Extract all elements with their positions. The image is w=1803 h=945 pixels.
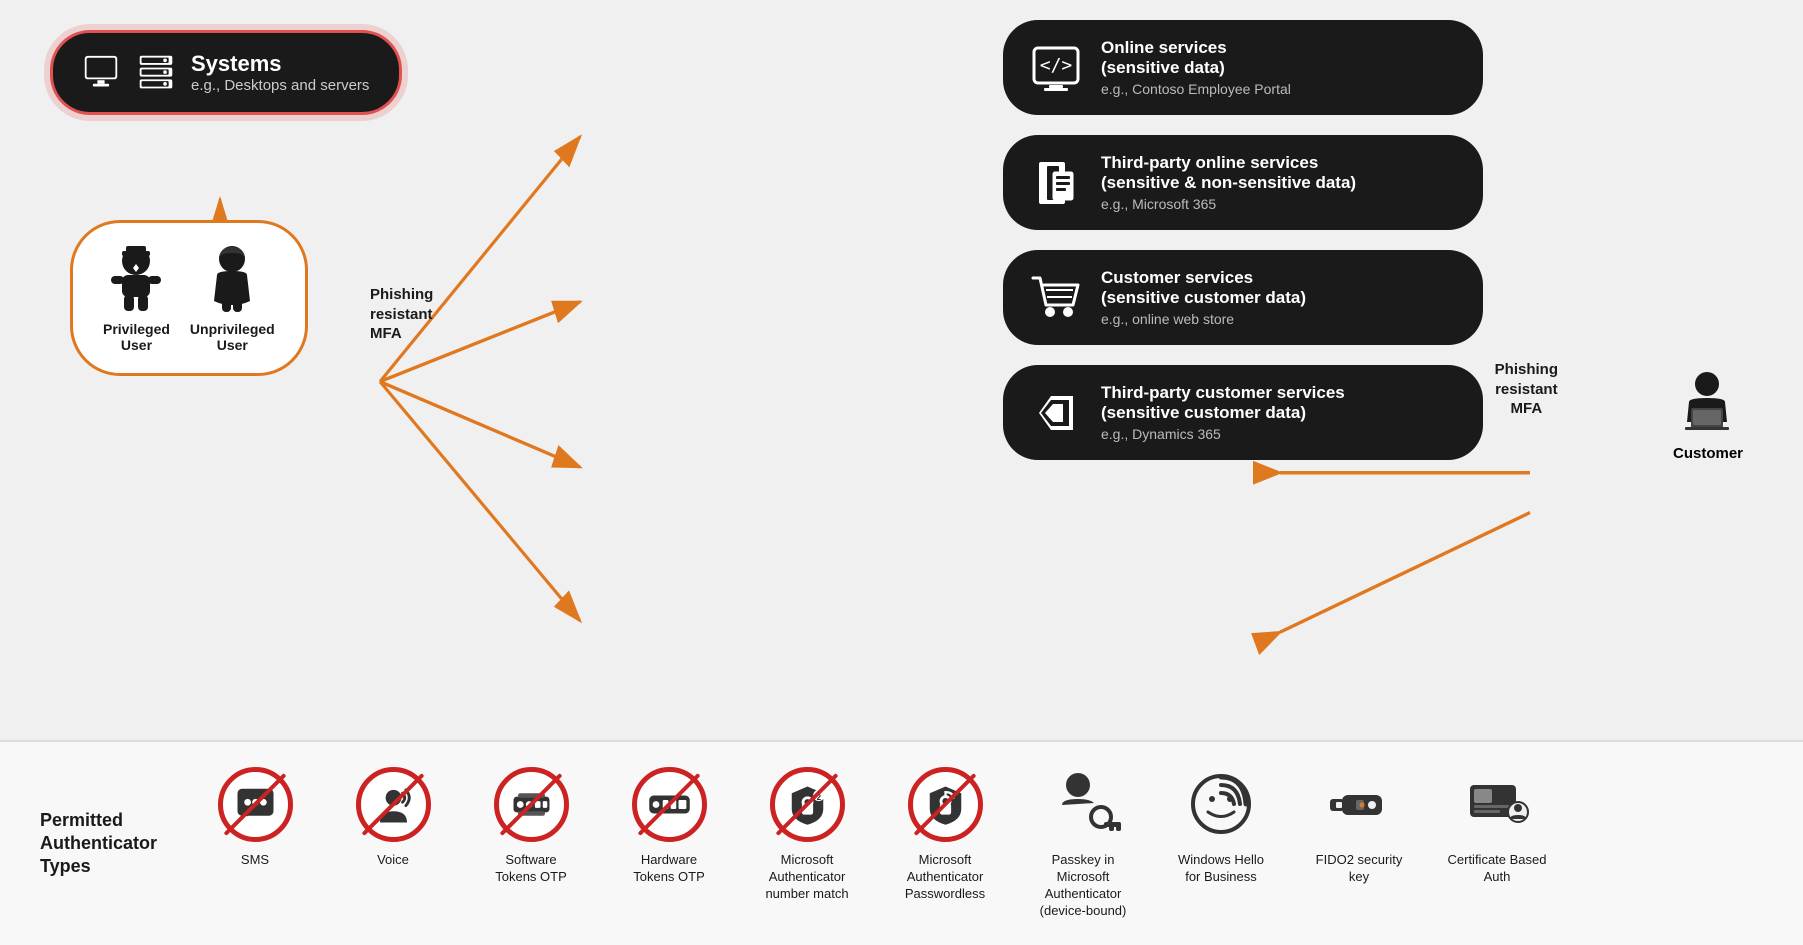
ms-number-icon-container: 2 [770,767,845,842]
customer-icon [1675,370,1740,440]
service-thirdparty-customer-title: Third-party customer services(sensitive … [1101,383,1345,423]
customer-box: Customer [1673,370,1743,462]
voice-icon [371,782,416,827]
soft-token-icon [509,782,554,827]
windows-hello-icon [1184,767,1259,842]
auth-item-fido2: FIDO2 securitykey [1304,767,1414,886]
auth-item-ms-pass: MicrosoftAuthenticatorPasswordless [890,767,1000,903]
users-box: PrivilegedUser UnprivilegedUser [70,220,308,376]
server-icon [136,54,176,92]
systems-box: Systems e.g., Desktops and servers [50,30,402,115]
auth-items-list: SMS Voice [200,767,1552,920]
auth-label-cert: Certificate BasedAuth [1448,852,1547,886]
cert-icon-container [1460,767,1535,842]
main-container: Systems e.g., Desktops and servers [0,0,1803,945]
systems-subtitle: e.g., Desktops and servers [191,77,369,94]
service-customer-title: Customer services(sensitive customer dat… [1101,268,1306,308]
passkey-icon-container [1046,767,1121,842]
services-column: </> Online services(sensitive data) e.g.… [1003,20,1483,460]
auth-label-ms-number: MicrosoftAuthenticatornumber match [765,852,848,903]
auth-item-windows-hello: Windows Hellofor Business [1166,767,1276,886]
customer-label: Customer [1673,445,1743,462]
monitor-icon [83,54,128,92]
auth-section-title: Permitted Authenticator Types [40,809,170,879]
hard-token-icon [647,782,692,827]
soft-token-icon-container [494,767,569,842]
service-online: </> Online services(sensitive data) e.g.… [1003,20,1483,115]
fido2-icon [1322,767,1397,842]
svg-text:</>: </> [1039,55,1072,76]
auth-label-sms: SMS [241,852,269,869]
hard-token-banned-icon [632,767,707,842]
unprivileged-user-icon [202,243,262,313]
service-thirdparty-online-text: Third-party online services(sensitive & … [1101,153,1356,212]
voice-banned-icon [356,767,431,842]
sms-icon [233,782,278,827]
systems-icons [83,54,176,92]
diagram-section: Systems e.g., Desktops and servers [0,0,1803,740]
service-online-text: Online services(sensitive data) e.g., Co… [1101,38,1291,97]
voice-icon-container [356,767,431,842]
auth-label-fido2: FIDO2 securitykey [1316,852,1403,886]
ms-auth-pass-icon [923,782,968,827]
service-thirdparty-customer: Third-party customer services(sensitive … [1003,365,1483,460]
privileged-user-label: PrivilegedUser [103,321,170,353]
privileged-user-icon [106,243,166,313]
service-thirdparty-customer-sub: e.g., Dynamics 365 [1101,426,1345,442]
auth-label-voice: Voice [377,852,409,869]
ms-number-banned-icon: 2 [770,767,845,842]
privileged-user-item: PrivilegedUser [103,243,170,353]
office-icon [1028,155,1083,210]
auth-item-sms: SMS [200,767,310,869]
auth-item-passkey: Passkey inMicrosoftAuthenticator(device-… [1028,767,1138,920]
auth-label-hard-token: HardwareTokens OTP [633,852,705,886]
auth-item-cert: Certificate BasedAuth [1442,767,1552,886]
cert-icon [1460,767,1535,842]
ms-auth-number-icon: 2 [785,782,830,827]
phishing-label-left: PhishingresistantMFA [370,285,433,344]
unprivileged-user-label: UnprivilegedUser [190,321,275,353]
unprivileged-user-item: UnprivilegedUser [190,243,275,353]
windows-hello-icon-container [1184,767,1259,842]
service-customer-sub: e.g., online web store [1101,311,1306,327]
cart-icon [1028,270,1083,325]
phishing-label-right: PhishingresistantMFA [1495,360,1558,419]
service-thirdparty-online: Third-party online services(sensitive & … [1003,135,1483,230]
service-thirdparty-online-title: Third-party online services(sensitive & … [1101,153,1356,193]
ms-pass-icon-container [908,767,983,842]
auth-label-ms-pass: MicrosoftAuthenticatorPasswordless [905,852,985,903]
auth-item-voice: Voice [338,767,448,869]
web-icon: </> [1028,40,1083,95]
systems-text: Systems e.g., Desktops and servers [191,51,369,94]
service-customer: Customer services(sensitive customer dat… [1003,250,1483,345]
auth-item-ms-number: 2 MicrosoftAuthenticatornumber match [752,767,862,903]
service-online-sub: e.g., Contoso Employee Portal [1101,81,1291,97]
hard-token-icon-container [632,767,707,842]
auth-label-passkey: Passkey inMicrosoftAuthenticator(device-… [1040,852,1127,920]
service-thirdparty-customer-text: Third-party customer services(sensitive … [1101,383,1345,442]
dynamics-icon [1028,385,1083,440]
auth-item-hard-token: HardwareTokens OTP [614,767,724,886]
service-thirdparty-online-sub: e.g., Microsoft 365 [1101,196,1356,212]
systems-title: Systems [191,51,369,77]
auth-label-soft-token: SoftwareTokens OTP [495,852,567,886]
soft-token-banned-icon [494,767,569,842]
authenticator-section: Permitted Authenticator Types [0,740,1803,945]
sms-icon-container [218,767,293,842]
service-customer-text: Customer services(sensitive customer dat… [1101,268,1306,327]
auth-label-windows-hello: Windows Hellofor Business [1178,852,1264,886]
service-online-title: Online services(sensitive data) [1101,38,1291,78]
svg-text:2: 2 [816,793,821,802]
sms-banned-icon [218,767,293,842]
fido2-icon-container [1322,767,1397,842]
auth-item-soft-token: SoftwareTokens OTP [476,767,586,886]
passkey-icon [1046,767,1121,842]
ms-pass-banned-icon [908,767,983,842]
